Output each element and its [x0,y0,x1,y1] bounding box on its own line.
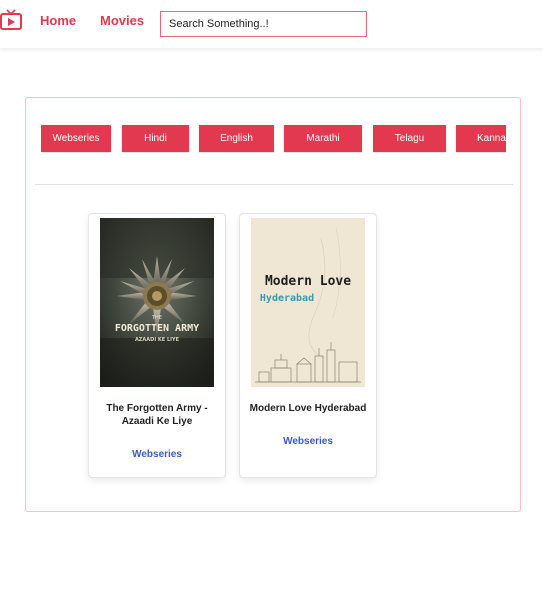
category-webseries-button[interactable]: Webseries [41,125,111,152]
nav-home-link[interactable]: Home [40,13,76,28]
movie-poster[interactable]: THE FORGOTTEN ARMY AZAADI KE LIYE [100,218,214,387]
category-scroller[interactable]: Webseries Hindi English Marathi Telagu K… [41,125,506,153]
modern-love-poster-image: Modern Love Hyderabad [251,218,365,387]
svg-text:FORGOTTEN ARMY: FORGOTTEN ARMY [115,323,199,334]
movie-card[interactable]: THE FORGOTTEN ARMY AZAADI KE LIYE The Fo… [88,213,226,478]
content-panel: Webseries Hindi English Marathi Telagu K… [25,97,521,512]
top-navbar: Home Movies [0,0,543,48]
svg-text:Hyderabad: Hyderabad [260,293,314,304]
svg-text:AZAADI KE LIYE: AZAADI KE LIYE [135,337,180,343]
forgotten-army-poster-image: THE FORGOTTEN ARMY AZAADI KE LIYE [100,218,214,387]
movie-poster[interactable]: Modern Love Hyderabad [251,218,365,387]
category-marathi-button[interactable]: Marathi [284,125,362,152]
category-hindi-button[interactable]: Hindi [122,125,189,152]
movie-title: The Forgotten Army - Azaadi Ke Liye [106,403,208,427]
movie-card[interactable]: Modern Love Hyderabad Modern Love Hydera… [239,213,377,478]
category-telagu-button[interactable]: Telagu [373,125,446,152]
section-divider [35,184,513,185]
category-kanna-button[interactable]: Kanna [456,125,506,152]
tv-play-logo-icon[interactable] [0,9,22,31]
svg-text:Modern Love: Modern Love [265,274,351,289]
movie-category-link[interactable]: Webseries [97,449,217,460]
svg-text:THE: THE [151,315,162,321]
movie-category-link[interactable]: Webseries [248,436,368,447]
search-input[interactable] [160,11,367,37]
movie-title: Modern Love Hyderabad [249,403,367,414]
category-english-button[interactable]: English [199,125,274,152]
nav-movies-link[interactable]: Movies [100,13,144,28]
